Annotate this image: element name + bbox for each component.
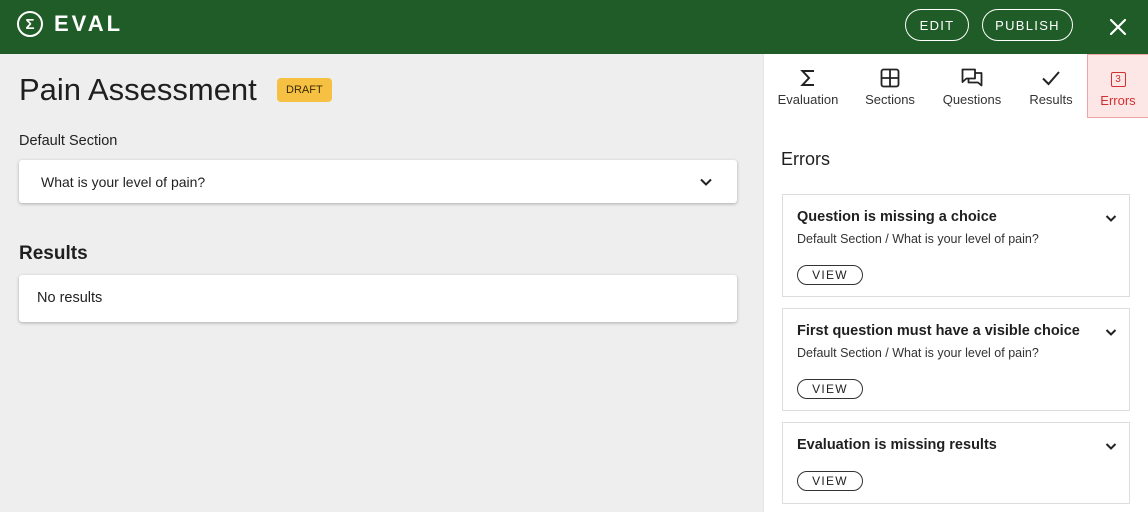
question-accordion[interactable]: What is your level of pain? <box>19 160 737 203</box>
check-icon <box>1040 67 1062 89</box>
section-label: Default Section <box>19 133 118 149</box>
panel-title: Errors <box>781 149 830 169</box>
tab-label: Evaluation <box>777 92 839 107</box>
error-title: First question must have a visible choic… <box>797 323 1080 339</box>
view-button[interactable]: VIEW <box>797 379 863 399</box>
brand-logo[interactable]: Σ EVAL <box>17 11 123 37</box>
close-icon[interactable] <box>1106 15 1130 39</box>
question-text: What is your level of pain? <box>41 174 206 190</box>
results-empty-text: No results <box>37 290 103 306</box>
view-button[interactable]: VIEW <box>797 265 863 285</box>
error-path: Default Section / What is your level of … <box>797 232 1039 246</box>
brand-name: EVAL <box>54 11 124 36</box>
grid-icon <box>879 67 901 89</box>
tab-questions[interactable]: Questions <box>936 54 1008 118</box>
tab-label: Sections <box>865 92 915 107</box>
tab-results[interactable]: Results <box>1015 54 1087 118</box>
sigma-logo-icon: Σ <box>17 11 43 37</box>
tab-label: Questions <box>942 92 1002 107</box>
chevron-down-icon[interactable] <box>1103 324 1119 340</box>
tab-sections[interactable]: Sections <box>854 54 926 118</box>
tab-errors[interactable]: 3 Errors <box>1087 54 1148 118</box>
chat-icon <box>961 67 983 89</box>
side-panel: Evaluation Sections Questions Results 3 … <box>763 54 1148 512</box>
results-card: No results <box>19 275 737 322</box>
tab-label: Results <box>1029 92 1073 107</box>
results-heading: Results <box>19 243 88 264</box>
error-path: Default Section / What is your level of … <box>797 346 1039 360</box>
publish-button[interactable]: PUBLISH <box>982 9 1073 41</box>
chevron-down-icon[interactable] <box>697 173 715 191</box>
main-content: Pain Assessment DRAFT Default Section Wh… <box>0 54 763 512</box>
error-card: First question must have a visible choic… <box>782 308 1130 411</box>
error-card: Evaluation is missing results VIEW <box>782 422 1130 504</box>
status-badge: DRAFT <box>277 78 332 102</box>
error-card: Question is missing a choice Default Sec… <box>782 194 1130 297</box>
view-button[interactable]: VIEW <box>797 471 863 491</box>
error-title: Question is missing a choice <box>797 209 997 225</box>
edit-button[interactable]: EDIT <box>905 9 969 41</box>
chevron-down-icon[interactable] <box>1103 438 1119 454</box>
top-bar: Σ EVAL EDIT PUBLISH <box>0 0 1148 54</box>
error-count: 3 <box>1110 71 1126 87</box>
sigma-icon <box>797 67 819 89</box>
tab-evaluation[interactable]: Evaluation <box>772 54 844 118</box>
page-title: Pain Assessment <box>19 72 257 107</box>
error-count-icon: 3 <box>1107 68 1129 90</box>
error-title: Evaluation is missing results <box>797 437 997 453</box>
panel-tabs: Evaluation Sections Questions Results 3 … <box>764 54 1148 118</box>
chevron-down-icon[interactable] <box>1103 210 1119 226</box>
tab-label: Errors <box>1100 93 1136 108</box>
